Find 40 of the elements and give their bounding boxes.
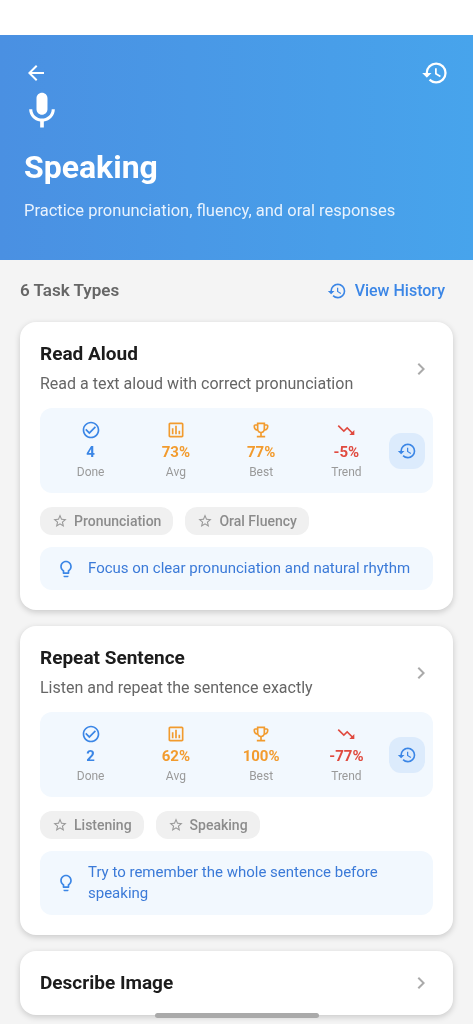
tag-label: Pronunciation	[74, 511, 162, 531]
tag-label: Speaking	[189, 815, 248, 835]
history-button[interactable]	[389, 432, 425, 469]
stat-label: Done	[76, 767, 105, 785]
page-subtitle: Practice pronunciation, fluency, and oral responses	[24, 200, 397, 222]
star-icon	[197, 513, 214, 529]
stat-value: 73%	[161, 441, 191, 462]
page-title: Speaking	[24, 147, 159, 187]
history-icon	[326, 281, 347, 301]
stat-label: Best	[249, 463, 274, 481]
task-title: Repeat Sentence	[40, 646, 186, 670]
stat-value: 77%	[246, 441, 276, 462]
task-card[interactable]: Describe Image	[20, 951, 453, 1015]
stat-label: Trend	[331, 767, 362, 785]
task-description: Listen and repeat the sentence exactly	[40, 677, 314, 699]
task-description: Read a text aloud with correct pronunciation	[40, 373, 355, 395]
stat-value: 2	[86, 745, 95, 766]
stat-value: -5%	[333, 441, 360, 462]
task-card[interactable]: Repeat Sentence Listen and repeat the sentence exactly 2 Done 62% Avg 100% Best -77% Trend Listening Speaking Try to remember the whole sentence before speaking	[20, 626, 453, 935]
stat-value: 4	[86, 441, 95, 462]
star-icon	[52, 817, 68, 833]
task-card[interactable]: Read Aloud Read a text aloud with correct pronunciation 4 Done 73% Avg 77% Best -5% Trend Pronunciation Oral Fluency Focus on clear pronunciation and natural rhythm	[20, 322, 453, 610]
tag-label: Oral Fluency	[219, 511, 297, 531]
task-title: Read Aloud	[40, 342, 139, 366]
stat-label: Done	[76, 463, 105, 481]
star-icon	[167, 817, 184, 833]
stat-value: 100%	[242, 745, 280, 766]
stat-label: Avg	[165, 767, 186, 785]
history-button[interactable]	[389, 736, 425, 773]
stat-label: Best	[249, 767, 274, 785]
stat-value: -77%	[329, 745, 364, 766]
tag-label: Listening	[74, 815, 132, 835]
star-icon	[52, 513, 68, 529]
task-title: Describe Image	[40, 971, 175, 995]
tip-text: Try to remember the whole sentence before speaking	[88, 862, 379, 904]
stat-label: Avg	[165, 463, 186, 481]
task-count: 6 Task Types	[20, 279, 120, 303]
stat-label: Trend	[331, 463, 362, 481]
tip-text: Focus on clear pronunciation and natural rhythm	[88, 558, 411, 579]
stat-value: 62%	[161, 745, 191, 766]
